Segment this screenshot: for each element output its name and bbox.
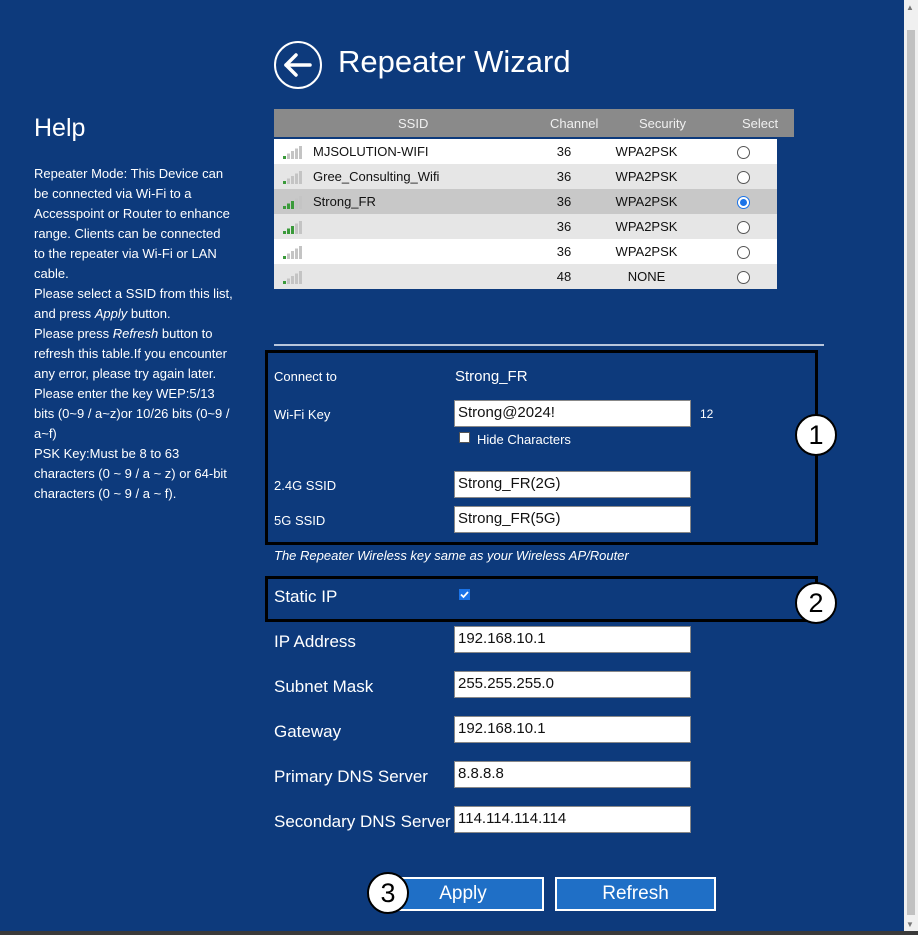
ssid-5g-input[interactable]: Strong_FR(5G) bbox=[454, 506, 691, 533]
ssid-24g-input[interactable]: Strong_FR(2G) bbox=[454, 471, 691, 498]
ssid-table: MJSOLUTION-WIFI 36 WPA2PSK Gree_Consulting_… bbox=[274, 139, 777, 289]
secondary-dns-input[interactable]: 114.114.114.114 bbox=[454, 806, 691, 833]
wifi-key-length: 12 bbox=[700, 407, 714, 421]
help-paragraph-repeater-mode: Repeater Mode: This Device can be connec… bbox=[34, 166, 230, 281]
ssid-cell: Strong_FR bbox=[313, 194, 376, 209]
security-cell: WPA2PSK bbox=[615, 219, 678, 234]
static-ip-label: Static IP bbox=[274, 587, 338, 606]
connect-to-value: Strong_FR bbox=[455, 368, 528, 385]
wifi-key-label: Wi-Fi Key bbox=[274, 407, 331, 422]
help-paragraph-select: Please select a SSID from this list, and… bbox=[34, 286, 233, 321]
table-row[interactable]: Gree_Consulting_Wifi 36 WPA2PSK bbox=[274, 164, 777, 189]
step-badge-3: 3 bbox=[367, 872, 409, 914]
signal-strength-icon bbox=[283, 170, 303, 187]
signal-strength-icon bbox=[283, 270, 303, 287]
ip-address-label: IP Address bbox=[274, 632, 356, 651]
select-radio[interactable] bbox=[737, 221, 750, 234]
signal-strength-icon bbox=[283, 145, 303, 162]
vertical-scrollbar[interactable]: ▲ ▼ bbox=[904, 0, 918, 935]
signal-strength-icon bbox=[283, 220, 303, 237]
primary-dns-label: Primary DNS Server bbox=[274, 767, 428, 786]
column-header-security: Security bbox=[639, 116, 686, 131]
ssid-table-header: SSID Channel Security Select bbox=[274, 109, 794, 137]
refresh-button[interactable]: Refresh bbox=[555, 877, 716, 911]
channel-cell: 36 bbox=[556, 169, 572, 184]
bottom-border bbox=[0, 931, 918, 935]
help-paragraph-psk: PSK Key:Must be 8 to 63 characters (0 ~ … bbox=[34, 446, 227, 501]
gateway-input[interactable]: 192.168.10.1 bbox=[454, 716, 691, 743]
scrollbar-thumb[interactable] bbox=[907, 30, 915, 915]
signal-strength-icon bbox=[283, 195, 303, 212]
help-paragraph-wep: Please enter the key WEP:5/13 bits (0~9 … bbox=[34, 386, 230, 441]
select-radio[interactable] bbox=[737, 271, 750, 284]
subnet-mask-input[interactable]: 255.255.255.0 bbox=[454, 671, 691, 698]
select-radio[interactable] bbox=[737, 196, 750, 209]
back-button[interactable] bbox=[274, 41, 322, 89]
scroll-down-icon[interactable]: ▼ bbox=[906, 920, 914, 929]
security-cell: NONE bbox=[627, 269, 666, 284]
help-text: Repeater Mode: This Device can be connec… bbox=[34, 164, 234, 504]
table-row[interactable]: Strong_FR 36 WPA2PSK bbox=[274, 189, 777, 214]
security-cell: WPA2PSK bbox=[615, 169, 678, 184]
help-paragraph-refresh: Please press Refresh button to refresh t… bbox=[34, 326, 227, 381]
channel-cell: 48 bbox=[556, 269, 572, 284]
step-badge-1: 1 bbox=[795, 414, 837, 456]
repeater-key-note: The Repeater Wireless key same as your W… bbox=[274, 548, 629, 563]
hide-characters-checkbox[interactable] bbox=[459, 432, 470, 443]
step-badge-2: 2 bbox=[795, 582, 837, 624]
primary-dns-input[interactable]: 8.8.8.8 bbox=[454, 761, 691, 788]
static-ip-box bbox=[265, 576, 818, 622]
channel-cell: 36 bbox=[556, 194, 572, 209]
table-row[interactable]: MJSOLUTION-WIFI 36 WPA2PSK bbox=[274, 139, 777, 164]
column-header-select: Select bbox=[742, 116, 779, 131]
signal-strength-icon bbox=[283, 245, 303, 262]
ssid-cell: Gree_Consulting_Wifi bbox=[313, 169, 440, 184]
select-radio[interactable] bbox=[737, 246, 750, 259]
channel-cell: 36 bbox=[556, 144, 572, 159]
ssid-5g-label: 5G SSID bbox=[274, 513, 326, 528]
table-row[interactable]: 36 WPA2PSK bbox=[274, 239, 777, 264]
select-radio[interactable] bbox=[737, 146, 750, 159]
wifi-key-input[interactable]: Strong@2024! bbox=[454, 400, 691, 427]
help-title: Help bbox=[34, 114, 86, 142]
ssid-cell: MJSOLUTION-WIFI bbox=[313, 144, 429, 159]
subnet-mask-label: Subnet Mask bbox=[274, 677, 374, 696]
security-cell: WPA2PSK bbox=[615, 144, 678, 159]
ip-address-input[interactable]: 192.168.10.1 bbox=[454, 626, 691, 653]
security-cell: WPA2PSK bbox=[615, 194, 678, 209]
table-row[interactable]: 36 WPA2PSK bbox=[274, 214, 777, 239]
select-radio[interactable] bbox=[737, 171, 750, 184]
checkmark-icon bbox=[460, 591, 469, 599]
scroll-up-icon[interactable]: ▲ bbox=[906, 3, 914, 12]
secondary-dns-label: Secondary DNS Server bbox=[274, 812, 451, 831]
ssid-24g-label: 2.4G SSID bbox=[274, 478, 337, 493]
static-ip-checkbox[interactable] bbox=[459, 589, 470, 600]
section-divider bbox=[274, 344, 824, 346]
connect-to-label: Connect to bbox=[274, 369, 337, 384]
channel-cell: 36 bbox=[556, 244, 572, 259]
page-title: Repeater Wizard bbox=[338, 44, 571, 79]
back-arrow-icon bbox=[284, 53, 312, 77]
column-header-channel: Channel bbox=[550, 116, 599, 131]
gateway-label: Gateway bbox=[274, 722, 342, 741]
hide-characters-label: Hide Characters bbox=[477, 432, 571, 447]
security-cell: WPA2PSK bbox=[615, 244, 678, 259]
channel-cell: 36 bbox=[556, 219, 572, 234]
column-header-ssid: SSID bbox=[398, 116, 429, 131]
table-row[interactable]: 48 NONE bbox=[274, 264, 777, 289]
